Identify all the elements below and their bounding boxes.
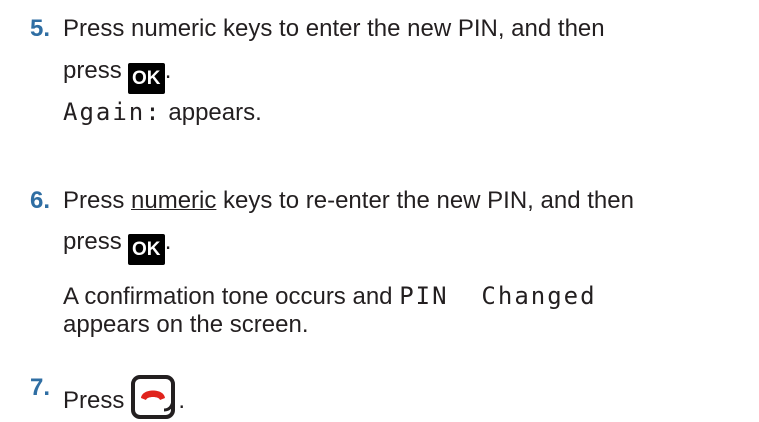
step-number: 7. [30,374,51,401]
result-line: appears on the screen. [63,311,309,338]
step-text: keys to re-enter the new PIN, and then [216,187,634,214]
result-text: appears. [161,99,262,126]
step-number: 5. [30,15,51,42]
step-text: press [63,228,122,255]
result-line: Again: appears. [63,98,262,127]
step-text-line: Press . [63,374,185,422]
punctuation: . [178,387,186,414]
step-text: Press [63,187,132,214]
step-text: press [63,57,122,84]
step-text-line: Press numeric keys to enter the new PIN,… [63,15,605,42]
display-message: PIN Changed [399,282,597,310]
step-number: 6. [30,187,51,214]
punctuation: . [164,57,172,84]
ok-key-icon: OK [127,234,165,265]
step-text: Press [63,387,125,414]
end-call-icon [131,375,176,419]
result-line: A confirmation tone occurs and PIN Chang… [63,282,597,311]
underlined-word: numeric [131,187,217,214]
display-message: Again: [63,98,162,126]
step-text-line: Press numeric keys to re-enter the new P… [63,187,634,215]
punctuation: . [164,228,172,255]
result-text: A confirmation tone occurs and [63,283,400,310]
step-text-line: press OK. [63,57,171,94]
step-text-line: press OK. [63,228,171,265]
ok-key-icon: OK [127,63,165,94]
